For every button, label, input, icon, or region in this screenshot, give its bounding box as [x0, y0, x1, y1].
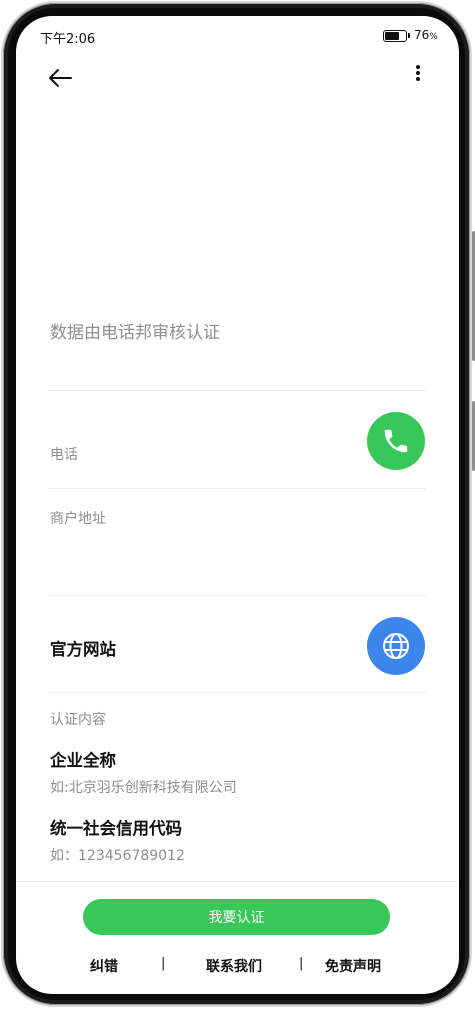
- certification-heading: 认证内容: [50, 712, 106, 728]
- back-button[interactable]: [44, 62, 78, 96]
- correction-link[interactable]: 纠错: [90, 956, 118, 976]
- bottom-divider: [16, 881, 459, 882]
- globe-icon: [383, 633, 409, 659]
- credit-code-placeholder: 如：123456789012: [50, 848, 185, 864]
- company-label: 企业全称: [50, 751, 116, 770]
- divider: [48, 692, 426, 693]
- battery-level: [385, 32, 399, 40]
- divider: [48, 390, 426, 391]
- divider: [48, 488, 426, 489]
- credit-code-label: 统一社会信用代码: [50, 819, 182, 838]
- battery-icon: [383, 30, 407, 42]
- battery-text: 76%: [414, 28, 438, 42]
- address-label: 商户地址: [50, 511, 106, 527]
- website-label: 官方网站: [50, 640, 116, 659]
- footer-separator: |: [161, 956, 166, 971]
- phone-label: 电话: [50, 447, 78, 463]
- phone-icon: [384, 429, 408, 453]
- verify-title: 数据由电话邦审核认证: [50, 323, 220, 343]
- apply-certification-button[interactable]: 我要认证: [83, 899, 390, 935]
- disclaimer-link[interactable]: 免责声明: [325, 956, 381, 976]
- website-button[interactable]: [367, 617, 425, 675]
- status-time: 下午2:06: [40, 32, 96, 47]
- more-button[interactable]: [408, 62, 428, 96]
- battery-tip: [408, 33, 410, 38]
- status-bar: 下午2:06 76%: [16, 16, 459, 56]
- contact-us-link[interactable]: 联系我们: [206, 956, 262, 976]
- call-button[interactable]: [367, 412, 425, 470]
- divider: [48, 595, 426, 596]
- arrow-left-icon: [49, 69, 72, 87]
- more-vertical-icon: [416, 65, 420, 81]
- battery-unit: %: [429, 32, 438, 42]
- company-placeholder: 如:北京羽乐创新科技有限公司: [50, 780, 237, 796]
- footer-separator: |: [299, 956, 304, 971]
- screen: 下午2:06 76% 数据由电话邦审核认证 电话 商户地址 官方网站 认证内容 …: [16, 16, 459, 994]
- battery-percent: 76: [414, 28, 430, 42]
